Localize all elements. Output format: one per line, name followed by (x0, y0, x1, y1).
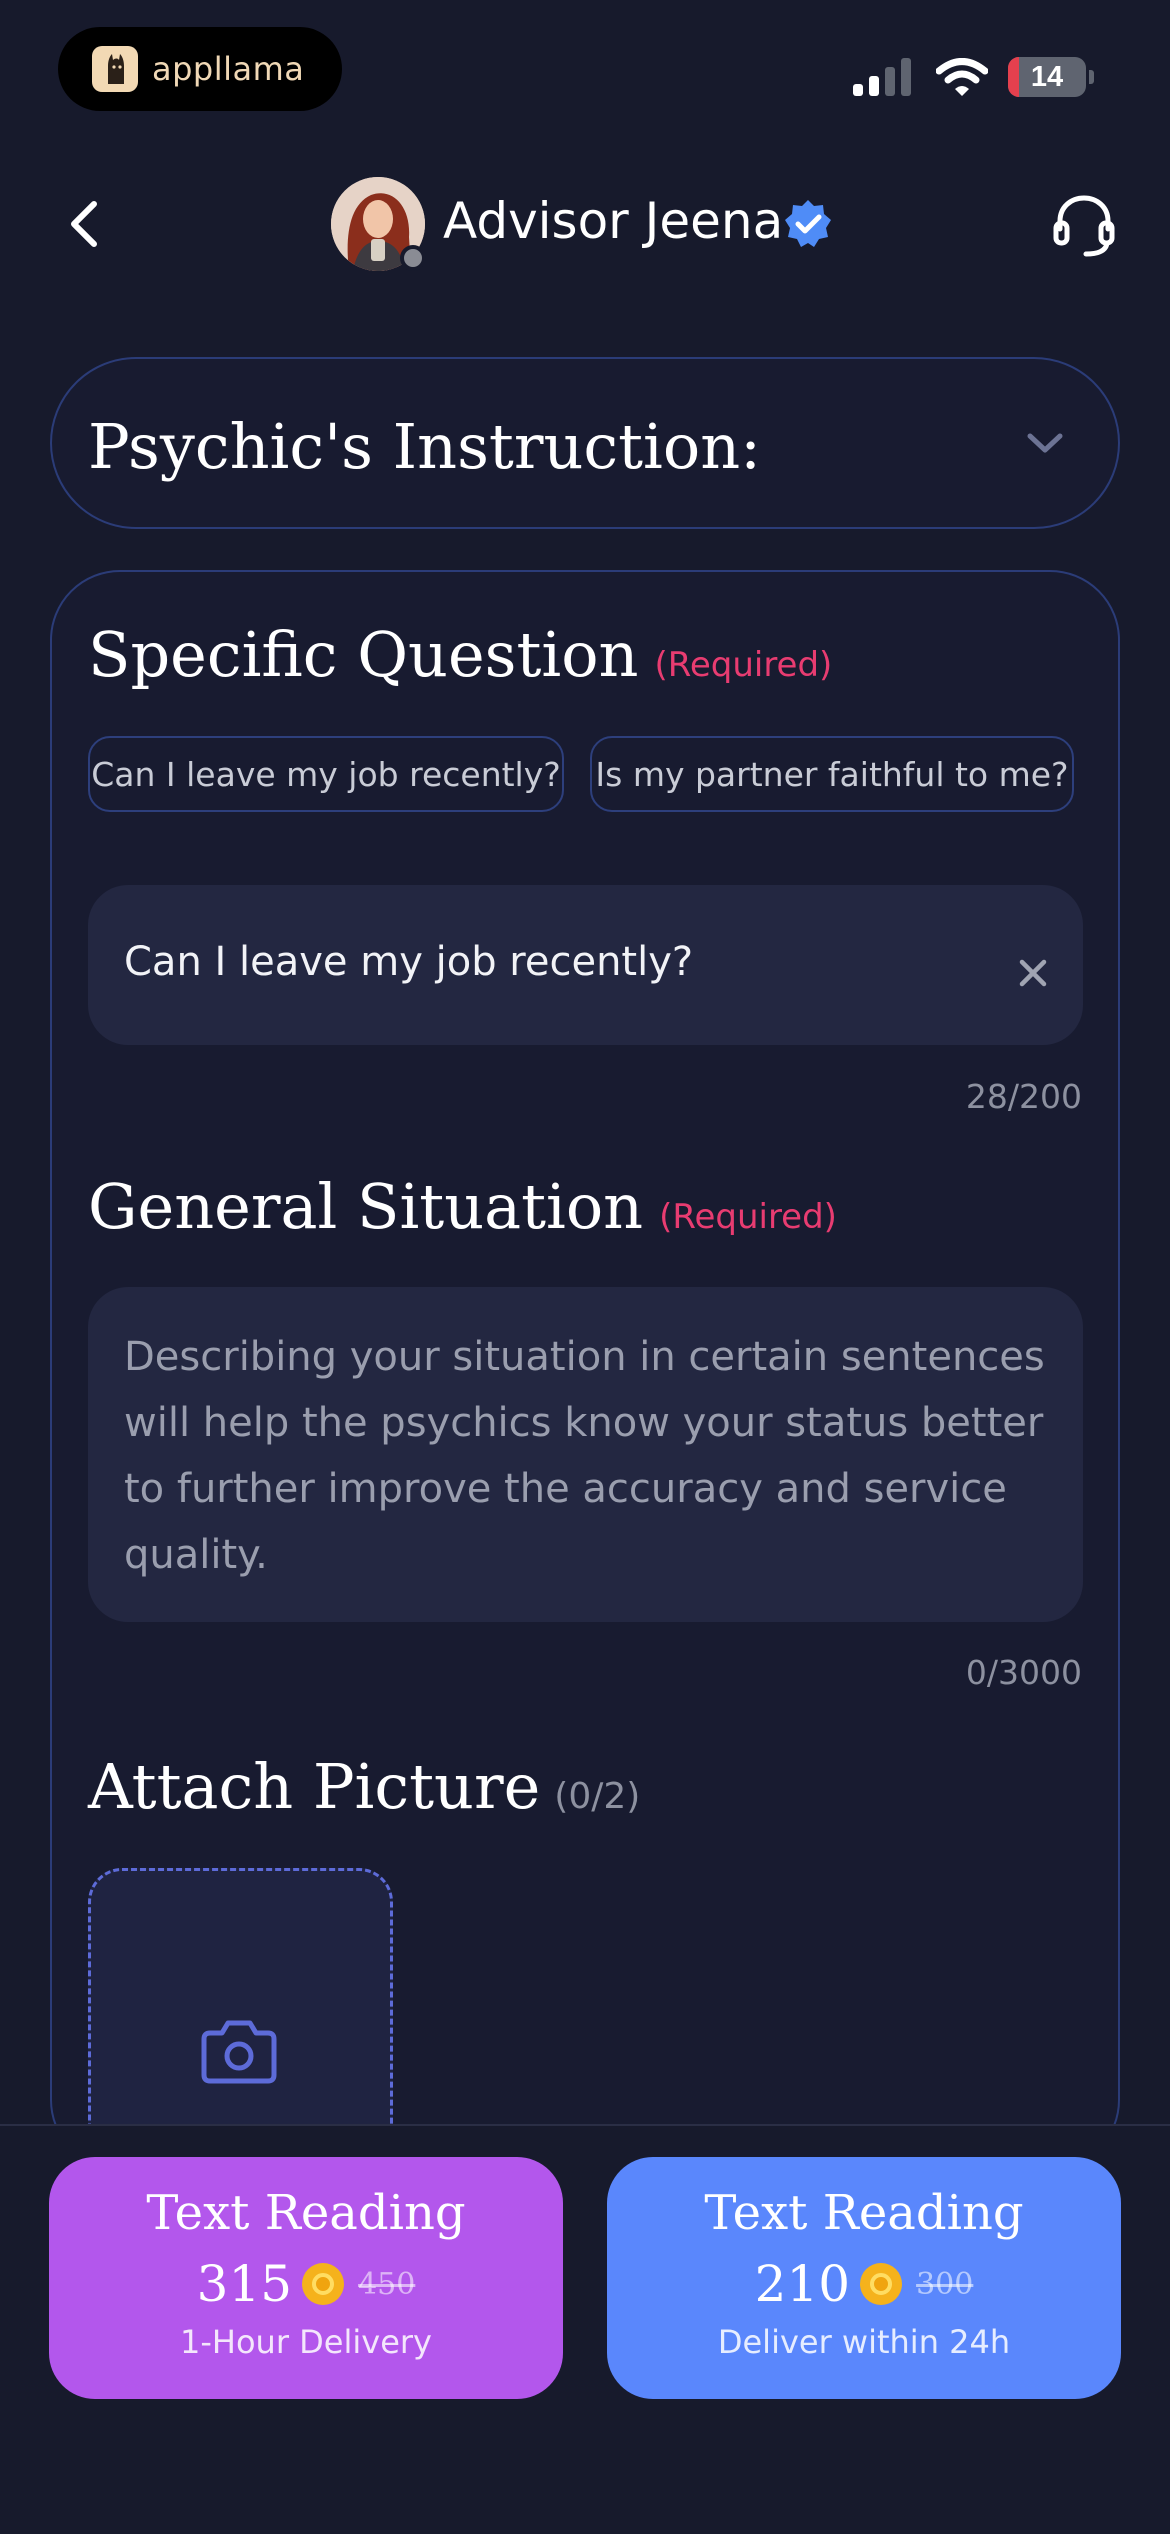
text-reading-24h-button[interactable]: Text Reading 210 300 Deliver within 24h (607, 2157, 1121, 2399)
button-title: Text Reading (146, 2185, 466, 2241)
general-situation-title: General Situation (88, 1170, 644, 1243)
required-label: (Required) (659, 1197, 837, 1237)
battery-level: 14 (1030, 60, 1064, 93)
signal-icon (853, 58, 911, 96)
attach-picture-count: (0/2) (554, 1776, 641, 1817)
app-badge[interactable]: appllama (58, 27, 342, 111)
button-title: Text Reading (704, 2185, 1024, 2241)
coin-icon (302, 2263, 345, 2305)
clear-input-icon[interactable] (1017, 957, 1049, 989)
llama-logo-icon (92, 46, 138, 92)
question-char-counter: 28/200 (965, 1077, 1082, 1116)
wifi-icon (936, 58, 988, 96)
back-arrow-icon[interactable] (64, 198, 104, 250)
general-situation-placeholder: Describing your situation in certain sen… (124, 1334, 1045, 1578)
online-status-dot (400, 245, 426, 271)
original-price: 300 (916, 2266, 974, 2302)
psychic-instruction-title: Psychic's Instruction: (88, 410, 762, 483)
battery-icon: 14 (1008, 57, 1086, 97)
price-row: 315 450 (197, 2255, 416, 2313)
attach-picture-title: Attach Picture (88, 1750, 541, 1823)
attach-picture-heading: Attach Picture (0/2) (88, 1750, 640, 1823)
suggested-question-chip[interactable]: Can I leave my job recently? (88, 736, 564, 812)
delivery-time: 1-Hour Delivery (180, 2323, 432, 2361)
specific-question-title: Specific Question (88, 618, 639, 691)
advisor-name: Advisor Jeena (443, 192, 784, 250)
price: 210 (754, 2255, 851, 2313)
price: 315 (196, 2255, 293, 2313)
app-badge-label: appllama (152, 50, 305, 88)
customer-support-headset-icon[interactable] (1052, 193, 1116, 259)
chevron-down-icon[interactable] (1024, 428, 1066, 458)
specific-question-value: Can I leave my job recently? (124, 939, 694, 985)
price-row: 210 300 (755, 2255, 974, 2313)
situation-char-counter: 0/3000 (965, 1653, 1082, 1692)
original-price: 450 (358, 2266, 416, 2302)
camera-icon (201, 2020, 277, 2084)
coin-icon (860, 2263, 903, 2305)
text-reading-1-hour-button[interactable]: Text Reading 315 450 1-Hour Delivery (49, 2157, 563, 2399)
verified-badge-icon (785, 200, 831, 247)
required-label: (Required) (654, 645, 833, 685)
suggested-question-chip[interactable]: Is my partner faithful to me? (590, 736, 1074, 812)
specific-question-heading: Specific Question (Required) (88, 618, 832, 691)
general-situation-heading: General Situation (Required) (88, 1170, 837, 1243)
battery-tip (1089, 70, 1094, 84)
delivery-time: Deliver within 24h (717, 2323, 1011, 2361)
